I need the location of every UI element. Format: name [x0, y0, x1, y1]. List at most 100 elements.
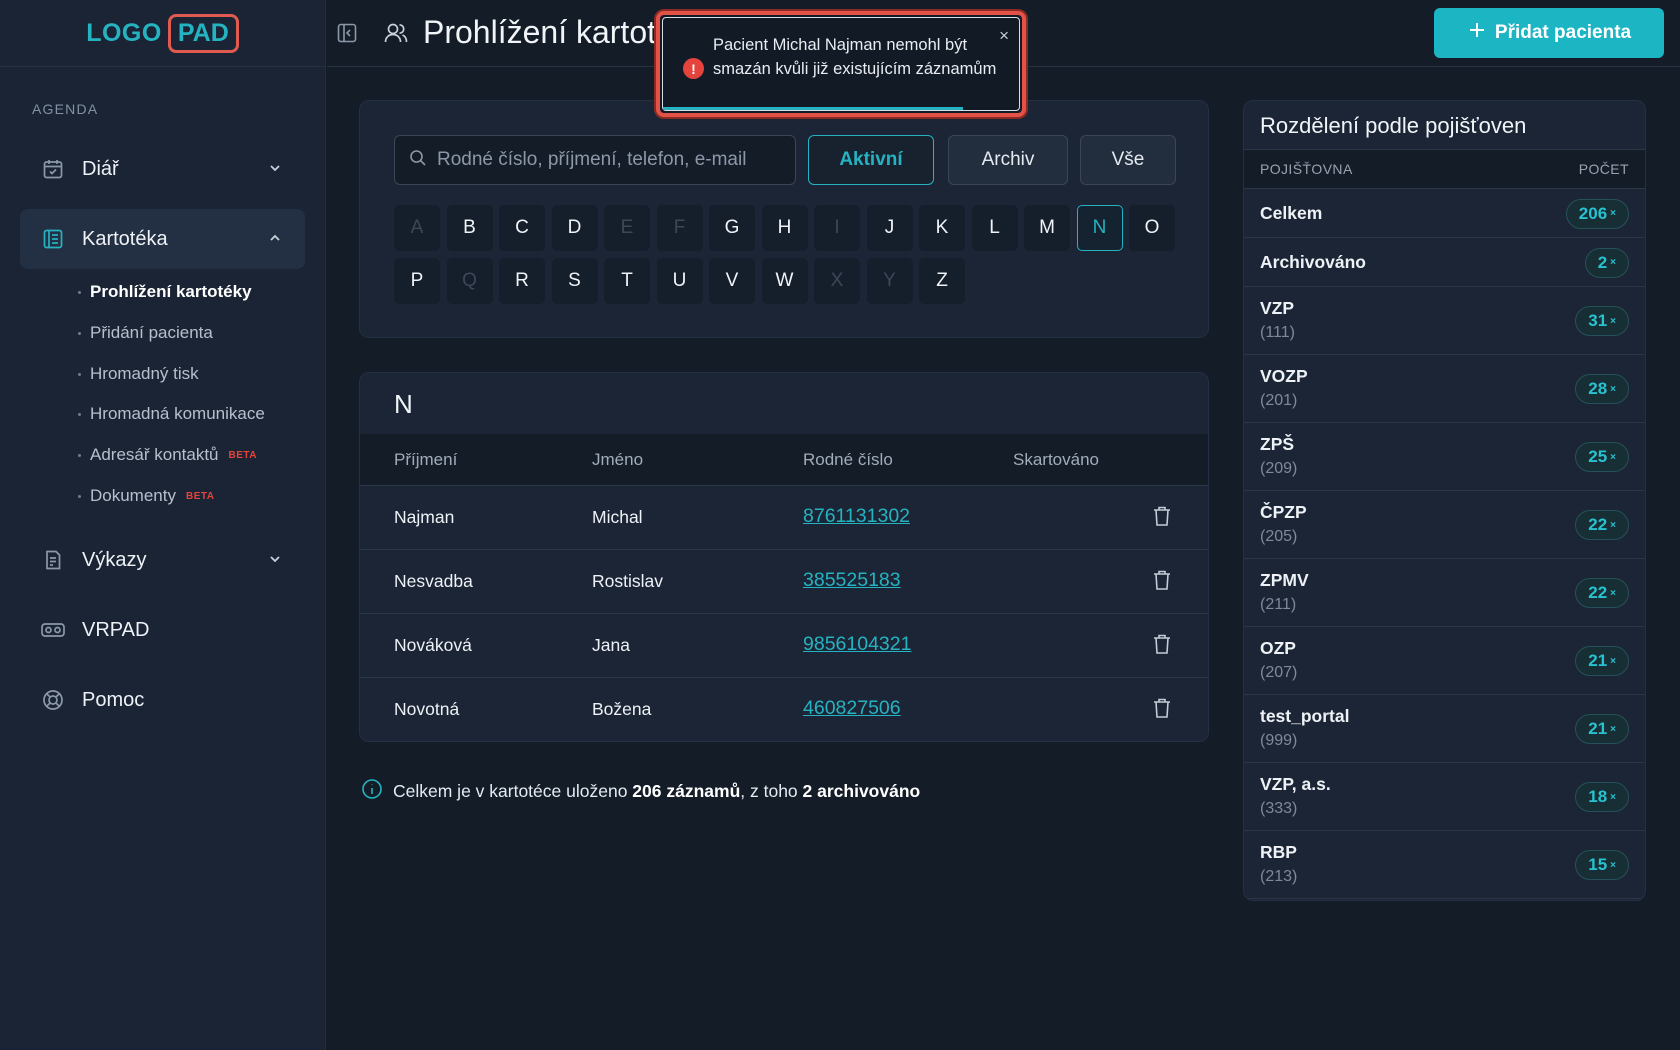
letter-filter-j[interactable]: J — [866, 205, 913, 251]
sidebar-subitem-prohlizeni[interactable]: Prohlížení kartotéky — [78, 282, 252, 302]
letter-filter-q: Q — [446, 258, 493, 304]
sidebar-subitem-komunikace[interactable]: Hromadná komunikace — [78, 404, 265, 424]
table-row[interactable]: Nesvadba Rostislav 385525183 — [360, 550, 1208, 614]
sidebar-item-label: Diář — [82, 157, 119, 180]
insurance-table-header: POJIŠŤOVNA POČET — [1244, 149, 1645, 189]
count-badge: 25 × — [1575, 442, 1629, 472]
close-icon[interactable]: × — [999, 26, 1009, 46]
insurance-row: VZP (111) 31 × — [1244, 287, 1645, 355]
bullet — [78, 372, 81, 376]
column-header-birth-number[interactable]: Rodné číslo — [803, 450, 893, 470]
logo-text: LOGO — [86, 18, 162, 47]
table-header: Příjmení Jméno Rodné číslo Skartováno — [360, 434, 1208, 486]
add-patient-button[interactable]: Přidat pacienta — [1434, 8, 1664, 58]
insurance-row: ZPMV (211) 22 × — [1244, 559, 1645, 627]
search-box[interactable] — [394, 135, 796, 185]
times-suffix: × — [1610, 257, 1616, 268]
birth-number-link[interactable]: 9856104321 — [803, 633, 911, 656]
logo[interactable]: LOGO PAD — [86, 13, 239, 53]
letter-filter-u[interactable]: U — [656, 258, 703, 304]
column-header-shredded[interactable]: Skartováno — [1013, 450, 1099, 470]
chevron-down-icon — [267, 551, 283, 572]
insurance-breakdown-panel: Rozdělení podle pojišťoven POJIŠŤOVNA PO… — [1243, 100, 1646, 901]
letter-filter-n[interactable]: N — [1076, 205, 1123, 251]
sidebar-subitem-label: Prohlížení kartotéky — [90, 282, 252, 301]
letter-filter-d[interactable]: D — [551, 205, 598, 251]
letter-filter-g[interactable]: G — [709, 205, 755, 251]
trash-icon[interactable] — [1152, 633, 1172, 660]
summary-prefix: Celkem je v kartotéce uloženo — [393, 781, 633, 801]
search-input[interactable] — [437, 149, 795, 171]
letter-filter-h[interactable]: H — [761, 205, 808, 251]
letter-filter-f: F — [656, 205, 703, 251]
users-icon — [383, 20, 409, 51]
sidebar-subitem-dokumenty[interactable]: Dokumenty BETA — [78, 486, 214, 506]
bullet — [78, 331, 81, 335]
sidebar-item-vrpad[interactable]: VRPAD — [20, 600, 305, 660]
bullet — [78, 412, 81, 416]
letter-filter-r[interactable]: R — [499, 258, 545, 304]
letter-filter-t[interactable]: T — [604, 258, 650, 304]
letter-filter-l[interactable]: L — [971, 205, 1018, 251]
letter-filter-m[interactable]: M — [1024, 205, 1070, 251]
trash-icon[interactable] — [1152, 569, 1172, 596]
insurance-row: OZP (207) 21 × — [1244, 627, 1645, 695]
letter-filter-i: I — [814, 205, 860, 251]
table-row[interactable]: Najman Michal 8761131302 — [360, 486, 1208, 550]
letter-filter-c[interactable]: C — [499, 205, 545, 251]
trash-icon[interactable] — [1152, 505, 1172, 532]
patient-table: N Příjmení Jméno Rodné číslo Skartováno … — [359, 372, 1209, 742]
count-value: 28 — [1588, 379, 1608, 398]
cell-name: Michal — [592, 507, 643, 527]
sidebar-item-pomoc[interactable]: Pomoc — [20, 670, 305, 730]
insurer-name: OZP — [1260, 638, 1296, 658]
count-badge: 15 × — [1575, 850, 1629, 880]
sidebar-item-vykazy[interactable]: Výkazy — [20, 530, 305, 590]
sidebar-subitem-pridani[interactable]: Přidání pacienta — [78, 323, 213, 343]
birth-number-link[interactable]: 460827506 — [803, 697, 901, 720]
column-header-name[interactable]: Jméno — [592, 450, 643, 470]
insurer-name: ZPŠ — [1260, 434, 1295, 454]
group-letter: N — [394, 389, 413, 419]
sidebar-collapse-icon[interactable] — [336, 22, 358, 49]
letter-filter-b[interactable]: B — [446, 205, 493, 251]
report-icon — [40, 547, 66, 573]
sidebar-item-label: VRPAD — [82, 618, 150, 641]
plus-icon — [1467, 20, 1487, 46]
table-row[interactable]: Nováková Jana 9856104321 — [360, 614, 1208, 678]
chevron-down-icon — [267, 160, 283, 181]
letter-filter-w[interactable]: W — [761, 258, 808, 304]
table-row[interactable]: Novotná Božena 460827506 — [360, 678, 1208, 741]
bullet — [78, 453, 81, 457]
filter-active-button[interactable]: Aktivní — [808, 135, 934, 185]
insurer-code: (999) — [1260, 732, 1298, 749]
summary-middle: , z toho — [740, 781, 803, 801]
letter-filter-a: A — [394, 205, 440, 251]
letter-filter-p[interactable]: P — [394, 258, 440, 304]
insurer-code: (209) — [1260, 460, 1298, 477]
cell-surname: Najman — [394, 507, 455, 527]
birth-number-link[interactable]: 385525183 — [803, 569, 901, 592]
cell-name: Jana — [592, 635, 630, 655]
sidebar-subitem-tisk[interactable]: Hromadný tisk — [78, 364, 199, 384]
insurance-row: ČPZP (205) 22 × — [1244, 491, 1645, 559]
sidebar-item-kartoteka[interactable]: Kartotéka — [20, 209, 305, 269]
letter-filter-z[interactable]: Z — [919, 258, 965, 304]
sidebar-subitem-label: Hromadná komunikace — [90, 404, 265, 423]
sidebar-subitem-adresar[interactable]: Adresář kontaktů BETA — [78, 445, 257, 465]
filter-archive-button[interactable]: Archiv — [948, 135, 1068, 185]
sidebar-item-diar[interactable]: Diář — [20, 139, 305, 199]
letter-filter-k[interactable]: K — [919, 205, 965, 251]
summary-text: Celkem je v kartotéce uloženo 206 záznam… — [393, 781, 920, 802]
column-header-surname[interactable]: Příjmení — [394, 450, 457, 470]
insurer-name: VZP, a.s. — [1260, 774, 1331, 794]
letter-filter-v[interactable]: V — [709, 258, 755, 304]
search-icon — [409, 149, 427, 172]
cell-name: Rostislav — [592, 571, 663, 591]
filter-all-button[interactable]: Vše — [1080, 135, 1176, 185]
birth-number-link[interactable]: 8761131302 — [803, 505, 910, 528]
times-suffix: × — [1610, 859, 1616, 871]
letter-filter-s[interactable]: S — [551, 258, 598, 304]
letter-filter-o[interactable]: O — [1129, 205, 1175, 251]
trash-icon[interactable] — [1152, 697, 1172, 724]
